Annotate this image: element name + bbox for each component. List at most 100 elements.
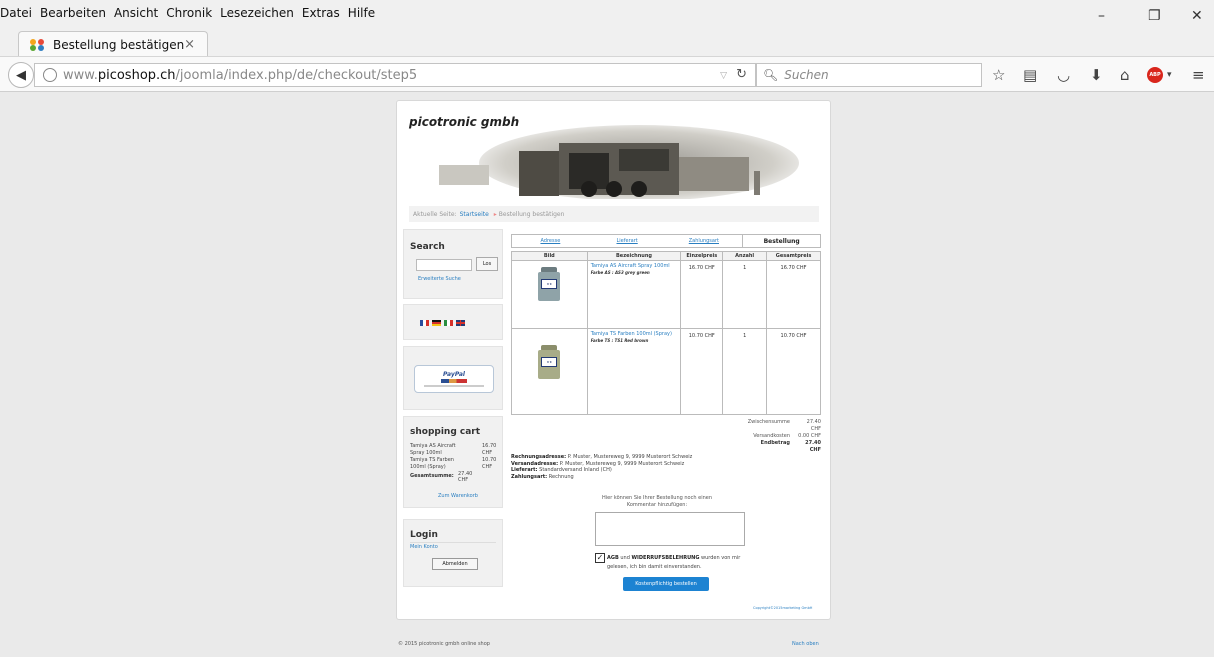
unit-price: 16.70 CHF [680, 260, 724, 329]
flag-gb-icon[interactable] [456, 320, 465, 326]
search-placeholder: Suchen [784, 68, 829, 82]
menu-lesezeichen[interactable]: Lesezeichen [220, 6, 294, 20]
product-link[interactable]: Tamiya AS Aircraft Spray 100ml [591, 263, 678, 269]
tab-title: Bestellung bestätigen [53, 37, 185, 52]
logout-button[interactable]: Abmelden [432, 558, 478, 570]
menu-ansicht[interactable]: Ansicht [114, 6, 158, 20]
view-cart-link[interactable]: Zum Warenkorb [438, 493, 478, 499]
product-name-cell: Tamiya TS Farben 100ml (Spray) Farbe TS … [586, 328, 682, 415]
tamiya-logo-icon: ★★ [541, 279, 558, 289]
close-window-button[interactable]: ✕ [1191, 8, 1203, 24]
credit-cards-icon [441, 379, 467, 383]
terms-checkbox[interactable]: ✓ [595, 553, 605, 563]
search-module: Search Los Erweiterte Suche [403, 229, 503, 299]
reading-list-icon[interactable]: ▤ [1023, 66, 1037, 84]
home-icon[interactable]: ⌂ [1120, 66, 1130, 84]
product-variant: Farbe AS : AS3 grey green [590, 270, 650, 275]
copyright-link[interactable]: Copyright©2015marketing GmbH [753, 606, 812, 610]
step-order-current: Bestellung [742, 235, 820, 247]
order-addresses: Rechnungsadresse: P. Muster, Mustereweg … [511, 454, 692, 480]
comment-textarea[interactable] [595, 512, 745, 546]
login-title: Login [410, 530, 438, 540]
paypal-module: PayPal [403, 346, 503, 410]
menu-datei[interactable]: Datei [0, 6, 32, 20]
table-header-row: Bild Bezeichnung Einzelpreis Anzahl Gesa… [511, 251, 821, 261]
breadcrumb-home-link[interactable]: Startseite [460, 211, 489, 218]
product-image-cell: ★★ [511, 260, 588, 329]
paypal-badge[interactable]: PayPal [414, 365, 494, 393]
payment-method: Zahlungsart: Rechnung [511, 473, 574, 480]
flag-de-icon[interactable] [432, 320, 441, 326]
maximize-button[interactable]: ❐ [1148, 8, 1161, 24]
grand-total-row: Endbetrag 27.40 CHF [760, 440, 821, 453]
paypal-logo: PayPal [443, 371, 465, 378]
adblock-icon[interactable]: ABP [1147, 67, 1163, 83]
back-arrow-icon: ◀ [16, 67, 26, 83]
product-link[interactable]: Tamiya TS Farben 100ml (Spray) [591, 331, 678, 337]
shop-page: picotronic gmbh Aktuelle Seite: Startsei… [396, 100, 831, 620]
place-order-button[interactable]: Kostenpflichtig bestellen [623, 577, 709, 591]
url-dropdown-icon[interactable]: ▽ [720, 71, 727, 81]
breadcrumb: Aktuelle Seite: Startseite ▸ Bestellung … [409, 206, 819, 222]
back-to-top-link[interactable]: Nach oben [792, 641, 819, 647]
step-address-link[interactable]: Adresse [512, 238, 589, 244]
menu-bearbeiten[interactable]: Bearbeiten [40, 6, 106, 20]
flag-fr-icon[interactable] [420, 320, 429, 326]
line-total: 10.70 CHF [766, 328, 821, 415]
my-account-link[interactable]: Mein Konto [410, 544, 438, 550]
search-submit-button[interactable]: Los [476, 257, 498, 271]
tab-close-icon[interactable]: × [184, 37, 195, 52]
unit-price: 10.70 CHF [680, 328, 724, 415]
back-button[interactable]: ◀ [8, 62, 34, 88]
product-name-cell: Tamiya AS Aircraft Spray 100ml Farbe AS … [586, 260, 682, 329]
menu-extras[interactable]: Extras [302, 6, 340, 20]
adblock-dropdown-icon[interactable]: ▾ [1167, 70, 1172, 80]
search-input[interactable] [416, 259, 472, 271]
tamiya-logo-icon: ★★ [541, 357, 558, 367]
hamburger-menu-icon[interactable]: ≡ [1192, 66, 1205, 84]
cart-title: shopping cart [410, 427, 481, 437]
cart-item: Tamiya AS Aircraft Spray 100ml 16.70 CHF [410, 443, 497, 456]
minimize-button[interactable]: – [1098, 8, 1105, 24]
advanced-search-link[interactable]: Erweiterte Suche [418, 276, 461, 282]
column-header: Bild [511, 251, 588, 261]
product-image-cell: ★★ [511, 328, 588, 415]
product-variant: Farbe TS : TS1 Red brown [590, 338, 649, 343]
spray-can-image[interactable]: ★★ [538, 345, 561, 379]
tab-bestellung[interactable]: Bestellung bestätigen × [18, 31, 208, 57]
menu-bar: Datei Bearbeiten Ansicht Chronik Lesezei… [0, 0, 1214, 26]
reload-icon[interactable]: ↻ [736, 67, 747, 82]
spray-can-image[interactable]: ★★ [538, 267, 561, 301]
terms-label: AGB und WIDERRUFSBELEHRUNG wurden von mi… [607, 555, 741, 570]
globe-icon [43, 68, 57, 82]
pocket-icon[interactable]: ◡ [1057, 66, 1070, 84]
quantity: 1 [722, 328, 768, 415]
language-module [403, 304, 503, 340]
download-icon[interactable]: ⬇ [1090, 66, 1103, 84]
line-total: 16.70 CHF [766, 260, 821, 329]
tab-strip: Bestellung bestätigen × + [0, 26, 1214, 76]
column-header: Gesamtpreis [766, 251, 821, 261]
bookmark-star-icon[interactable]: ☆ [992, 66, 1005, 84]
flag-it-icon[interactable] [444, 320, 453, 326]
shopping-cart-module: shopping cart Tamiya AS Aircraft Spray 1… [403, 416, 503, 508]
menu-chronik[interactable]: Chronik [166, 6, 212, 20]
search-bar[interactable]: 🔍︎ Suchen [756, 63, 982, 87]
step-payment-link[interactable]: Zahlungsart [666, 238, 743, 244]
url-bar[interactable]: www.picoshop.ch/joomla/index.php/de/chec… [34, 63, 756, 87]
column-header: Anzahl [722, 251, 768, 261]
column-header: Bezeichnung [586, 251, 682, 261]
cart-total-value: 27.40 CHF [458, 471, 473, 483]
cart-item: Tamiya TS Farben 100ml (Spray) 10.70 CHF [410, 457, 497, 470]
footer-copyright: © 2015 picotronic gmbh online shop [398, 641, 490, 647]
order-totals: Zwischensumme 27.40 CHF Versandkosten 0.00… [717, 419, 821, 454]
subtotal-row: Zwischensumme 27.40 CHF [747, 419, 821, 432]
comment-label: Hier können Sie Ihrer Bestellung noch ei… [602, 495, 712, 508]
step-delivery-link[interactable]: Lieferart [589, 238, 666, 244]
brand-logo[interactable]: picotronic gmbh [409, 115, 519, 129]
login-module: Login Mein Konto Abmelden [403, 519, 503, 587]
menu-hilfe[interactable]: Hilfe [348, 6, 375, 20]
search-module-title: Search [410, 242, 445, 252]
shipping-cost-row: Versandkosten 0.00 CHF [753, 433, 821, 439]
paypal-fineprint [424, 385, 484, 387]
